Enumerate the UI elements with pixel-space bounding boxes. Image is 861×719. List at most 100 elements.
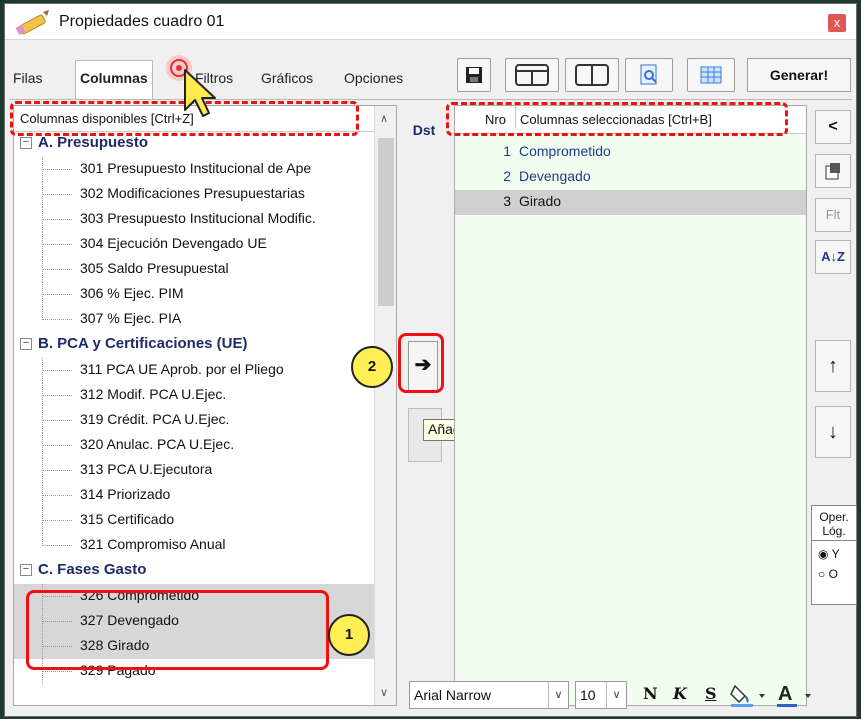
grid-button[interactable]: [687, 58, 735, 92]
scroll-up-icon[interactable]: ∧: [380, 112, 388, 125]
window-title: Propiedades cuadro 01: [59, 13, 225, 30]
properties-icon: [825, 163, 840, 180]
left-scrollbar[interactable]: ∧ ∨: [374, 106, 396, 705]
sort-button[interactable]: A↓Z: [815, 240, 851, 274]
list-item[interactable]: 314 Priorizado: [14, 483, 374, 508]
scroll-down-icon[interactable]: ∨: [380, 686, 388, 699]
collapse-button[interactable]: <: [815, 110, 851, 144]
move-down-button[interactable]: ↓: [815, 406, 851, 458]
row-name: Devengado: [519, 168, 591, 184]
oper-label: Oper. Lóg.: [812, 506, 856, 541]
title-bar: Propiedades cuadro 01 x: [5, 4, 856, 40]
list-item-label: 304 Ejecución Devengado UE: [80, 235, 267, 251]
save-icon: [466, 67, 482, 83]
mouse-cursor-icon: [166, 55, 216, 117]
font-select[interactable]: Arial Narrow ∨: [409, 681, 569, 709]
annotation-badge-2: 2: [351, 346, 393, 388]
dst-button[interactable]: Dst: [407, 117, 441, 143]
tab-opciones[interactable]: Opciones: [344, 70, 403, 86]
move-up-button[interactable]: ↑: [815, 340, 851, 392]
properties-button[interactable]: [815, 154, 851, 188]
group-b-title: B. PCA y Certificaciones (UE): [38, 335, 248, 352]
annotation-add-button: [398, 333, 444, 393]
font-value: Arial Narrow: [414, 687, 492, 703]
list-item-label: 314 Priorizado: [80, 486, 171, 502]
group-a-title: A. Presupuesto: [38, 134, 149, 151]
table-row[interactable]: 2 Devengado: [455, 165, 806, 190]
list-item[interactable]: 303 Presupuesto Institucional Modific.: [14, 207, 374, 232]
chevron-down-icon[interactable]: ∨: [548, 682, 568, 708]
preview-button[interactable]: [625, 58, 673, 92]
list-item-label: 312 Modif. PCA U.Ejec.: [80, 386, 227, 402]
list-item[interactable]: 319 Crédit. PCA U.Ejec.: [14, 408, 374, 433]
svg-text:A: A: [778, 683, 792, 705]
list-item[interactable]: 301 Presupuesto Institucional de Ape: [14, 157, 374, 182]
row-name: Comprometido: [519, 143, 611, 159]
list-item-label: 301 Presupuesto Institucional de Ape: [80, 160, 312, 176]
list-item[interactable]: 321 Compromiso Anual: [14, 533, 374, 558]
list-item-label: 302 Modificaciones Presupuestarias: [80, 185, 305, 201]
table-row[interactable]: 1 Comprometido: [455, 140, 806, 165]
font-size-select[interactable]: 10 ∨: [575, 681, 627, 709]
list-item-label: 320 Anulac. PCA U.Ejec.: [80, 436, 235, 452]
filter-button[interactable]: Flt: [815, 198, 851, 232]
list-item[interactable]: 302 Modificaciones Presupuestarias: [14, 182, 374, 207]
pencil-icon: [15, 10, 49, 35]
tab-graficos[interactable]: Gráficos: [261, 70, 313, 86]
oper-label-line2: Lóg.: [822, 524, 846, 538]
collapse-icon[interactable]: −: [20, 137, 32, 149]
list-item[interactable]: 307 % Ejec. PIA: [14, 307, 374, 332]
annotation-dashed-right-header: [446, 102, 788, 136]
annotation-badge-1: 1: [328, 614, 370, 656]
list-item[interactable]: 311 PCA UE Aprob. por el Pliego: [14, 358, 374, 383]
list-item-label: 321 Compromiso Anual: [80, 536, 226, 552]
row-number: 3: [503, 193, 511, 209]
list-item[interactable]: 320 Anulac. PCA U.Ejec.: [14, 433, 374, 458]
collapse-icon[interactable]: −: [20, 564, 32, 576]
logical-operator-group: Oper. Lóg. ◉ Y ○ O: [811, 505, 857, 605]
bold-button[interactable]: N: [643, 684, 658, 703]
oper-label-line1: Oper.: [819, 510, 849, 524]
list-item-label: 319 Crédit. PCA U.Ejec.: [80, 411, 230, 427]
group-c-title: C. Fases Gasto: [38, 561, 147, 578]
italic-button[interactable]: K: [673, 684, 687, 703]
tabs-divider: [9, 99, 852, 100]
table-row-selected[interactable]: 3 Girado: [455, 190, 806, 215]
grid-icon: [700, 66, 722, 84]
list-item[interactable]: 313 PCA U.Ejecutora: [14, 458, 374, 483]
fill-color-icon[interactable]: [729, 682, 769, 708]
layout-columns-icon: [575, 64, 609, 86]
list-item-label: 303 Presupuesto Institucional Modific.: [80, 210, 316, 226]
list-item-label: 311 PCA UE Aprob. por el Pliego: [80, 361, 284, 377]
list-item[interactable]: 304 Ejecución Devengado UE: [14, 232, 374, 257]
radio-o-label: O: [828, 567, 838, 581]
list-item[interactable]: 305 Saldo Presupuestal: [14, 257, 374, 282]
row-number: 2: [503, 168, 511, 184]
layout-top-icon: [515, 64, 549, 86]
group-b-row[interactable]: − B. PCA y Certificaciones (UE): [14, 333, 374, 358]
annotation-selected-items: [26, 590, 329, 670]
generar-button[interactable]: Generar!: [747, 58, 851, 92]
row-name: Girado: [519, 193, 562, 209]
layout-columns-button[interactable]: [565, 58, 619, 92]
list-item[interactable]: 312 Modif. PCA U.Ejec.: [14, 383, 374, 408]
layout-top-button[interactable]: [505, 58, 559, 92]
radio-y[interactable]: ◉ Y: [812, 547, 856, 561]
list-item[interactable]: 306 % Ejec. PIM: [14, 282, 374, 307]
list-item-label: 306 % Ejec. PIM: [80, 285, 184, 301]
save-button[interactable]: [457, 58, 491, 92]
chevron-down-icon[interactable]: ∨: [606, 682, 626, 708]
font-color-icon[interactable]: A: [775, 682, 815, 708]
scroll-thumb[interactable]: [378, 138, 394, 306]
list-item[interactable]: 315 Certificado: [14, 508, 374, 533]
tab-columnas[interactable]: Columnas: [75, 60, 153, 100]
collapse-icon[interactable]: −: [20, 338, 32, 350]
tab-filas[interactable]: Filas: [13, 70, 43, 86]
group-c-row[interactable]: − C. Fases Gasto: [14, 559, 374, 584]
font-size-value: 10: [580, 687, 596, 703]
close-button[interactable]: x: [828, 14, 846, 32]
list-item-label: 307 % Ejec. PIA: [80, 310, 182, 326]
radio-y-label: Y: [831, 547, 840, 561]
radio-o[interactable]: ○ O: [812, 567, 856, 581]
underline-button[interactable]: S: [705, 684, 717, 703]
